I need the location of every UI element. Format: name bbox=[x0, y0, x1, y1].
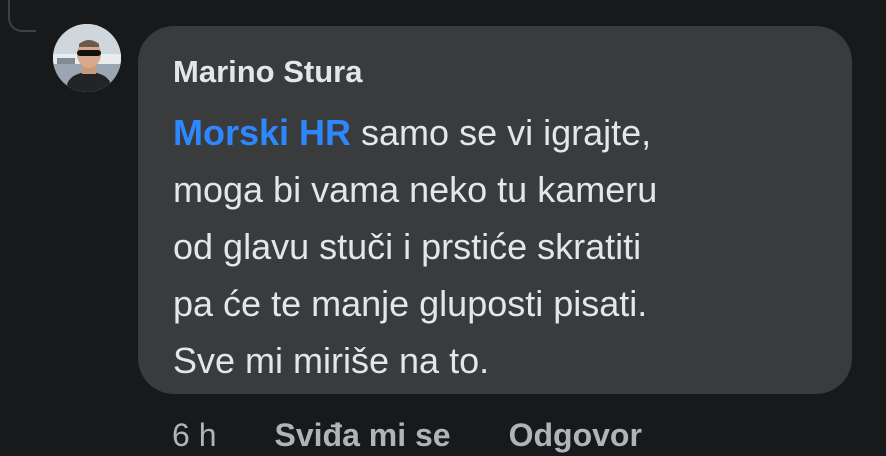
comment-author-name[interactable]: Marino Stura bbox=[173, 52, 822, 92]
comment-line-text: samo se vi igrajte, bbox=[351, 112, 652, 153]
mention-link[interactable]: Morski HR bbox=[173, 112, 351, 153]
comment-line: Morski HR samo se vi igrajte, bbox=[173, 104, 822, 161]
comment-actions: 6 h Sviđa mi se Odgovor bbox=[172, 413, 642, 456]
comment-line: od glavu stuči i prstiće skratiti bbox=[173, 226, 642, 267]
avatar[interactable] bbox=[53, 24, 121, 92]
comment-line: Sve mi miriše na to. bbox=[173, 340, 490, 381]
comment-timestamp[interactable]: 6 h bbox=[172, 417, 216, 454]
comment-text: Morski HR samo se vi igrajte, moga bi va… bbox=[173, 104, 822, 389]
thread-connector-line bbox=[8, 0, 36, 32]
reply-button[interactable]: Odgovor bbox=[509, 417, 642, 454]
user-avatar-photo-icon bbox=[53, 24, 121, 92]
comment-line: moga bi vama neko tu kameru bbox=[173, 169, 658, 210]
like-button[interactable]: Sviđa mi se bbox=[274, 417, 450, 454]
comment-bubble: Marino Stura Morski HR samo se vi igrajt… bbox=[138, 26, 852, 394]
comment-line: pa će te manje gluposti pisati. bbox=[173, 283, 648, 324]
